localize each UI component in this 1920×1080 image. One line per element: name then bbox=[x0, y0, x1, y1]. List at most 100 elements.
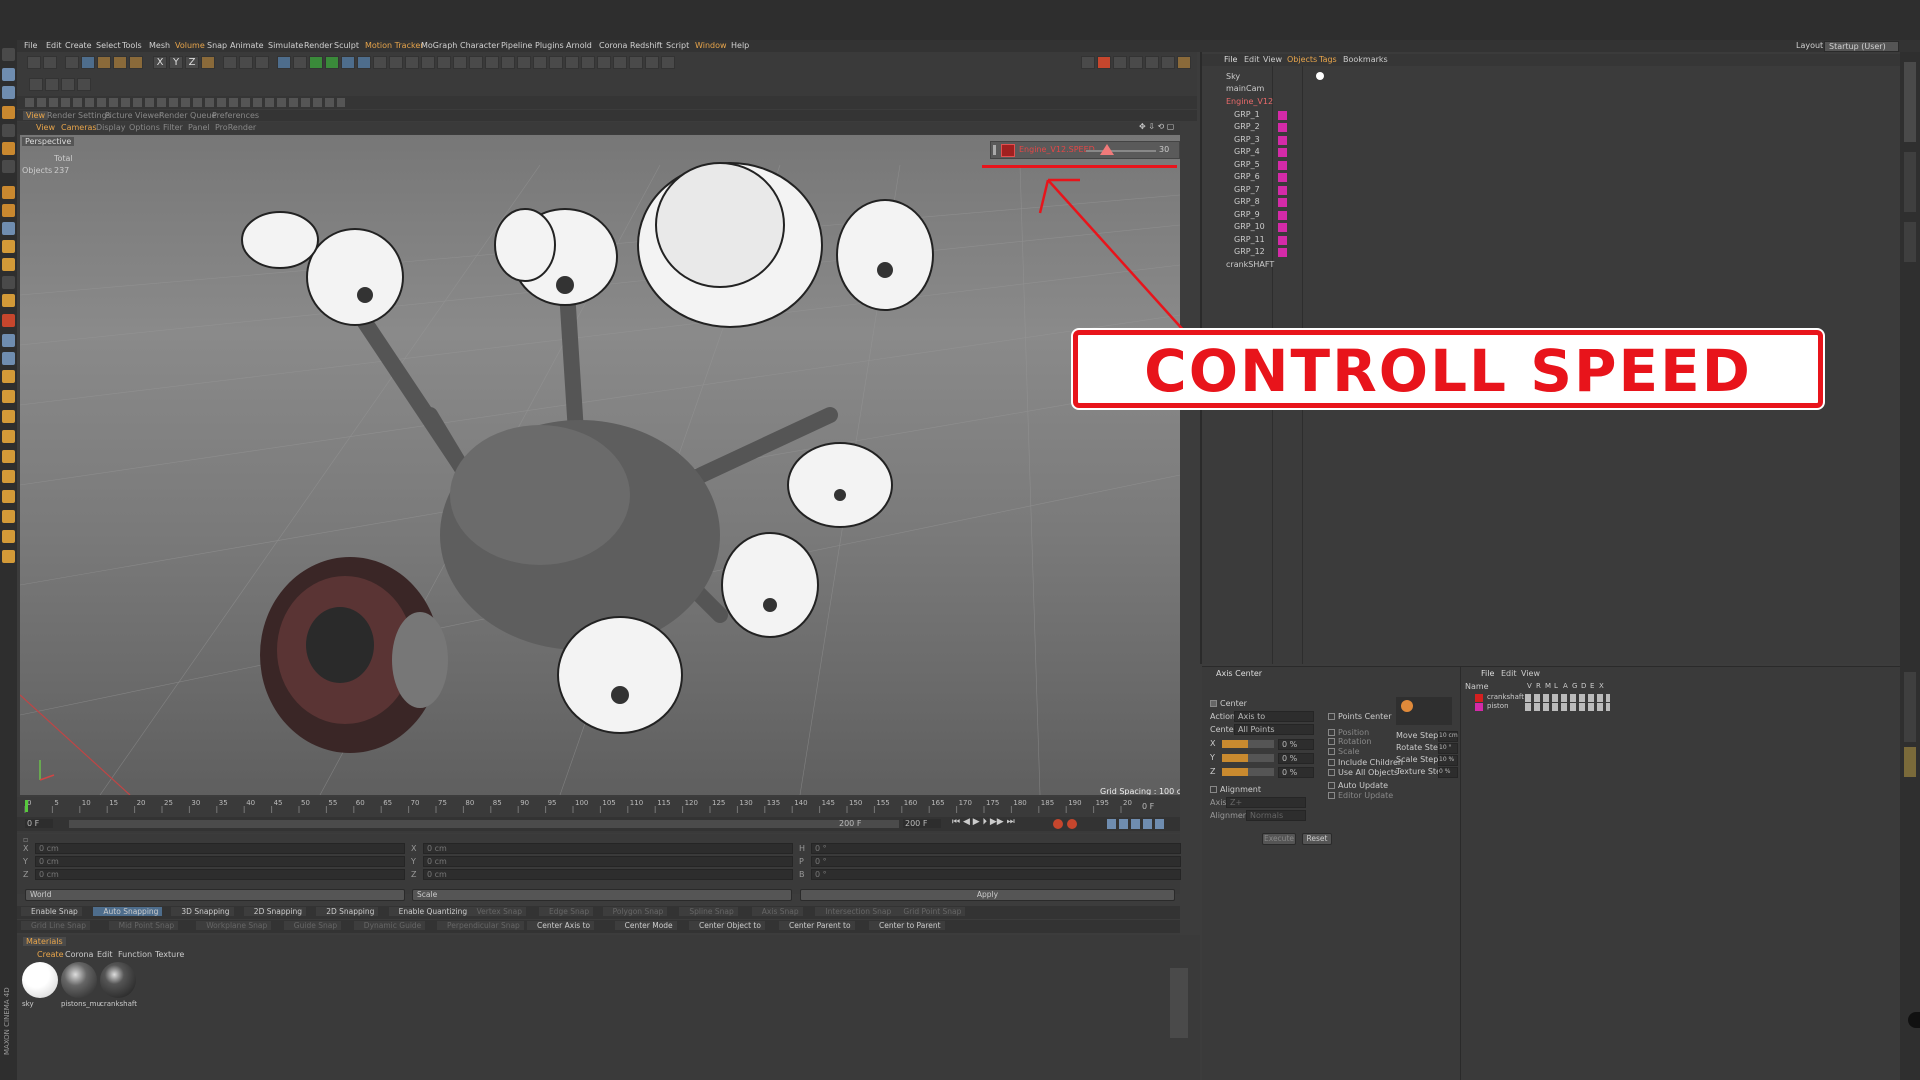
axis-center-option[interactable]: Use All Objects bbox=[1328, 768, 1398, 777]
coord-value-field[interactable]: 0 cm bbox=[423, 843, 793, 854]
object-row[interactable]: GRP_12 bbox=[1234, 247, 1265, 256]
quantize-button[interactable] bbox=[421, 56, 435, 69]
reset-button[interactable]: Reset bbox=[1302, 833, 1332, 845]
object-row[interactable]: GRP_1 bbox=[1234, 110, 1260, 119]
snap-option[interactable]: Vertex Snap bbox=[466, 907, 526, 916]
z-axis-lock-button[interactable]: Z bbox=[185, 56, 199, 69]
layer-menu-edit[interactable]: Edit bbox=[1501, 669, 1517, 678]
menu-simulate[interactable]: Simulate bbox=[268, 41, 303, 50]
grid6-button[interactable] bbox=[517, 56, 531, 69]
script-button[interactable] bbox=[1177, 56, 1191, 69]
sky-tag-icon[interactable] bbox=[1316, 72, 1324, 80]
axis-percent-slider[interactable] bbox=[1222, 754, 1274, 762]
y-axis-lock-button[interactable]: Y bbox=[169, 56, 183, 69]
axis-tool-option[interactable]: Center Object to bbox=[689, 921, 765, 930]
axis-tool-option[interactable]: Grid Line Snap bbox=[21, 921, 91, 930]
hud-speed-thumb[interactable] bbox=[1100, 144, 1114, 155]
axis-tool-option[interactable]: Guide Snap bbox=[283, 921, 342, 930]
axis-tool-option[interactable]: Perpendicular Snap bbox=[437, 921, 524, 930]
axis-center-option[interactable]: Position bbox=[1328, 728, 1369, 737]
grid12-button[interactable] bbox=[613, 56, 627, 69]
axis-tool-option[interactable]: Center Parent to bbox=[779, 921, 855, 930]
object-row[interactable]: GRP_4 bbox=[1234, 147, 1260, 156]
grid3-button[interactable] bbox=[469, 56, 483, 69]
mat-menu-texture[interactable]: Texture bbox=[155, 950, 184, 959]
tag-icon[interactable] bbox=[2, 550, 15, 563]
axis-percent-field[interactable]: 0 % bbox=[1278, 753, 1314, 764]
axis-center-option[interactable]: Editor Update bbox=[1328, 791, 1393, 800]
menu-character[interactable]: Character bbox=[460, 41, 500, 50]
view-nav-icons[interactable]: ✥ ⇩ ⟲ ▢ bbox=[1139, 122, 1174, 131]
coordinate-system-button[interactable] bbox=[201, 56, 215, 69]
content-browser-side-tab[interactable] bbox=[1904, 152, 1916, 212]
grid15-button[interactable] bbox=[661, 56, 675, 69]
autokey-icon[interactable] bbox=[1067, 819, 1077, 829]
brush-icon[interactable] bbox=[2, 186, 15, 199]
object-row[interactable]: Sky bbox=[1226, 72, 1240, 81]
range-slider[interactable] bbox=[69, 820, 899, 828]
coord-value-field[interactable]: 0 ° bbox=[811, 856, 1181, 867]
menu-arnold[interactable]: Arnold bbox=[566, 41, 592, 50]
object-row[interactable]: GRP_11 bbox=[1234, 235, 1265, 244]
spline-icon[interactable] bbox=[2, 410, 15, 423]
axis-center-option[interactable]: Include Children bbox=[1328, 758, 1403, 767]
scale-tool-button[interactable] bbox=[97, 56, 111, 69]
viewport-layout-button[interactable] bbox=[1081, 56, 1095, 69]
pen-button[interactable] bbox=[293, 56, 307, 69]
playback-controls[interactable]: ⏮ ◀ ▶ ⏵ ▶▶ ⏭ bbox=[952, 817, 1015, 827]
view-menu-display[interactable]: Display bbox=[96, 123, 126, 132]
menu-help[interactable]: Help bbox=[731, 41, 749, 50]
menu-pipeline[interactable]: Pipeline bbox=[501, 41, 532, 50]
rotate-tool-button[interactable] bbox=[113, 56, 127, 69]
coord-mode-scale[interactable]: Scale bbox=[412, 889, 792, 901]
polygons-mode-icon[interactable] bbox=[2, 142, 15, 155]
floor-button[interactable] bbox=[357, 56, 371, 69]
end-frame-field[interactable]: 200 F bbox=[903, 819, 942, 828]
subdivision-button[interactable] bbox=[309, 56, 323, 69]
om-menu-objects[interactable]: Objects bbox=[1287, 55, 1317, 64]
axis-center-option[interactable]: Auto Update bbox=[1328, 781, 1388, 790]
object-row[interactable]: crankSHAFT bbox=[1226, 260, 1274, 269]
camera-button[interactable] bbox=[373, 56, 387, 69]
hud-speed-control[interactable]: Engine_V12.SPEED 30 bbox=[990, 141, 1180, 159]
hud-handle[interactable] bbox=[993, 145, 996, 155]
move-tool-button[interactable] bbox=[81, 56, 95, 69]
view-menu-panel[interactable]: Panel bbox=[188, 123, 210, 132]
snap-option[interactable]: Enable Quantizing bbox=[388, 907, 472, 916]
center-checkbox[interactable]: Center bbox=[1210, 699, 1247, 708]
coord-value-field[interactable]: 0 cm bbox=[423, 856, 793, 867]
grid7-button[interactable] bbox=[533, 56, 547, 69]
grid13-button[interactable] bbox=[629, 56, 643, 69]
menu-edit[interactable]: Edit bbox=[46, 41, 62, 50]
om-menu-edit[interactable]: Edit bbox=[1244, 55, 1260, 64]
om-menu-tags[interactable]: Tags bbox=[1319, 55, 1337, 64]
snap-option[interactable]: 2D Snapping bbox=[316, 907, 379, 916]
texture-axis-icon[interactable] bbox=[2, 352, 15, 365]
x-axis-lock-button[interactable]: X bbox=[153, 56, 167, 69]
layer-menu-file[interactable]: File bbox=[1481, 669, 1494, 678]
axis-percent-slider[interactable] bbox=[1222, 740, 1274, 748]
light-icon[interactable] bbox=[2, 490, 15, 503]
layer-row-name[interactable]: crankshaft bbox=[1487, 693, 1524, 701]
execute-button[interactable]: Execute bbox=[1262, 833, 1296, 845]
layer-menu-view[interactable]: View bbox=[1521, 669, 1540, 678]
record-key-icon[interactable] bbox=[1053, 819, 1063, 829]
om-menu-file[interactable]: File bbox=[1224, 55, 1237, 64]
axis-mode-icon[interactable] bbox=[2, 160, 15, 173]
axis-percent-field[interactable]: 0 % bbox=[1278, 739, 1314, 750]
live-select-button[interactable] bbox=[129, 56, 143, 69]
menu-plugins[interactable]: Plugins bbox=[535, 41, 564, 50]
cloner-icon[interactable] bbox=[2, 470, 15, 483]
locked-workplane-icon[interactable] bbox=[2, 258, 15, 271]
tab-render-settings[interactable]: Render Settings bbox=[47, 111, 111, 120]
select-tool-button[interactable] bbox=[65, 56, 79, 69]
view-menu-options[interactable]: Options bbox=[129, 123, 160, 132]
menu-file[interactable]: File bbox=[24, 41, 37, 50]
open-scene-button[interactable] bbox=[45, 78, 59, 91]
start-frame-field[interactable]: 0 F bbox=[25, 819, 54, 828]
attributes-side-tab[interactable] bbox=[1904, 672, 1916, 742]
array-icon[interactable] bbox=[2, 450, 15, 463]
coord-value-field[interactable]: 0 cm bbox=[35, 869, 405, 880]
axis-tool-option[interactable]: Center to Parent bbox=[869, 921, 945, 930]
undo-icon[interactable] bbox=[2, 48, 15, 61]
